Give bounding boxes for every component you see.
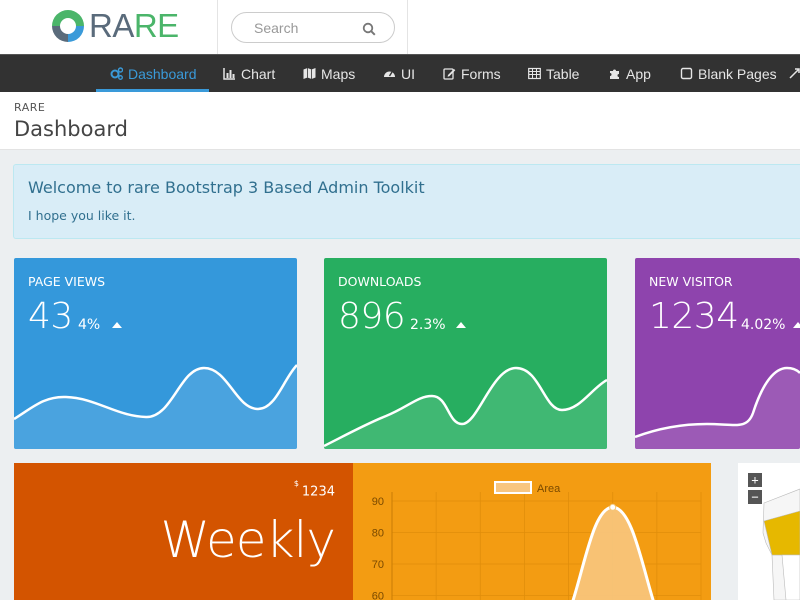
nav-label: App [626,65,651,82]
nav-label: Forms [461,65,501,82]
weekly-label: Weekly [160,511,336,569]
search-input[interactable] [254,19,364,37]
edit-icon [443,68,456,80]
map-panel: + − [738,463,800,600]
square-icon [680,67,693,80]
nav-label: Maps [321,65,356,82]
weekly-panel: $1234 Weekly [14,463,353,600]
stat-value: 1234 [649,296,739,337]
y-tick-label: 60 [372,591,384,600]
puzzle-icon [610,69,619,79]
trend-up-icon [456,322,466,328]
stat-label: NEW VISITOR [649,274,733,289]
y-tick-label: 90 [372,496,384,508]
amount-value: 1234 [301,484,335,500]
nav-label: Chart [241,65,276,82]
stat-value: 896 [338,296,406,337]
arrows-icon [789,68,800,79]
dashboard-gauge-icon [384,71,395,77]
breadcrumb: RARE [14,101,46,114]
nav-label: UI [401,65,415,82]
header-divider [217,0,218,54]
page-header: RARE Dashboard [0,92,800,150]
data-point [609,503,617,511]
legend-label: Area [537,483,561,495]
welcome-alert: Welcome to rare Bootstrap 3 Based Admin … [13,164,800,239]
map-icon [303,68,316,79]
brand-logo[interactable]: RARE [48,6,179,46]
weekly-amount: $1234 [294,479,335,500]
search-box[interactable] [231,12,395,43]
stat-percent: 4.02% [741,317,786,333]
trend-up-icon [793,322,800,328]
currency-symbol: $ [293,479,299,488]
logo-icon [52,10,84,42]
stat-card-downloads[interactable]: DOWNLOADS 896 2.3% [324,258,607,449]
page-title: Dashboard [14,117,128,141]
nav-label: Blank Pages [698,65,777,82]
area-chart-panel: 90 80 70 60 Area [353,463,711,600]
stat-card-page-views[interactable]: PAGE VIEWS 43 4% [14,258,297,449]
table-icon [528,67,541,80]
nav-forms[interactable]: Forms [443,55,501,92]
stat-percent: 4% [78,317,101,333]
top-header: RARE [0,0,800,54]
trend-up-icon [112,322,122,328]
zoom-out-button[interactable]: − [748,490,762,504]
area-chart: 90 80 70 60 Area [372,481,702,600]
nav-dashboard[interactable]: Dashboard [110,55,197,92]
stat-card-new-visitor[interactable]: NEW VISITOR 1234 4.02% [635,258,800,449]
brand-name: RARE [89,7,179,44]
nav-more[interactable] [788,55,800,92]
area-series-fill [573,507,653,600]
bar-chart-icon [223,68,235,80]
nav-app[interactable]: App [608,55,651,92]
legend-swatch [494,481,532,494]
stat-percent: 2.3% [410,317,446,333]
header-divider [407,0,408,54]
alert-text: I hope you like it. [28,208,136,223]
nav-chart[interactable]: Chart [223,55,275,92]
zoom-in-button[interactable]: + [748,473,762,487]
search-icon[interactable] [362,22,376,36]
cogs-icon [110,67,123,80]
nav-maps[interactable]: Maps [303,55,355,92]
y-tick-label: 80 [372,528,384,540]
stat-label: DOWNLOADS [338,274,422,289]
alert-title: Welcome to rare Bootstrap 3 Based Admin … [28,178,425,197]
stat-label: PAGE VIEWS [28,274,106,289]
nav-blank-pages[interactable]: Blank Pages [680,55,777,92]
stat-value: 43 [28,296,73,337]
nav-table[interactable]: Table [528,55,579,92]
main-navbar: Dashboard Chart Maps UI Forms Table App … [0,54,800,93]
y-tick-label: 70 [372,559,384,571]
nav-ui[interactable]: UI [383,55,415,92]
nav-label: Dashboard [128,65,197,82]
nav-label: Table [546,65,580,82]
